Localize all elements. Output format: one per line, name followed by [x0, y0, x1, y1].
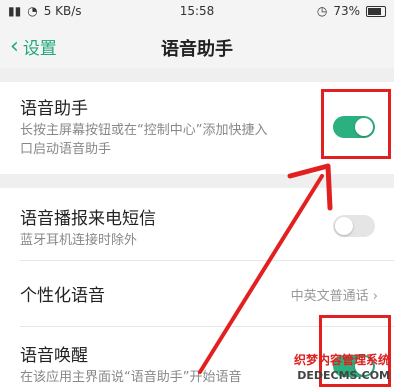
annotation-arrow [198, 163, 333, 374]
arrow-head [287, 163, 333, 211]
watermark: 织梦内容管理系统 DEDECMS.COM [294, 353, 390, 383]
arrow-shaft [198, 174, 324, 374]
watermark-line2: DEDECMS.COM [297, 369, 390, 382]
watermark-line1: 织梦内容管理系统 [293, 353, 390, 367]
